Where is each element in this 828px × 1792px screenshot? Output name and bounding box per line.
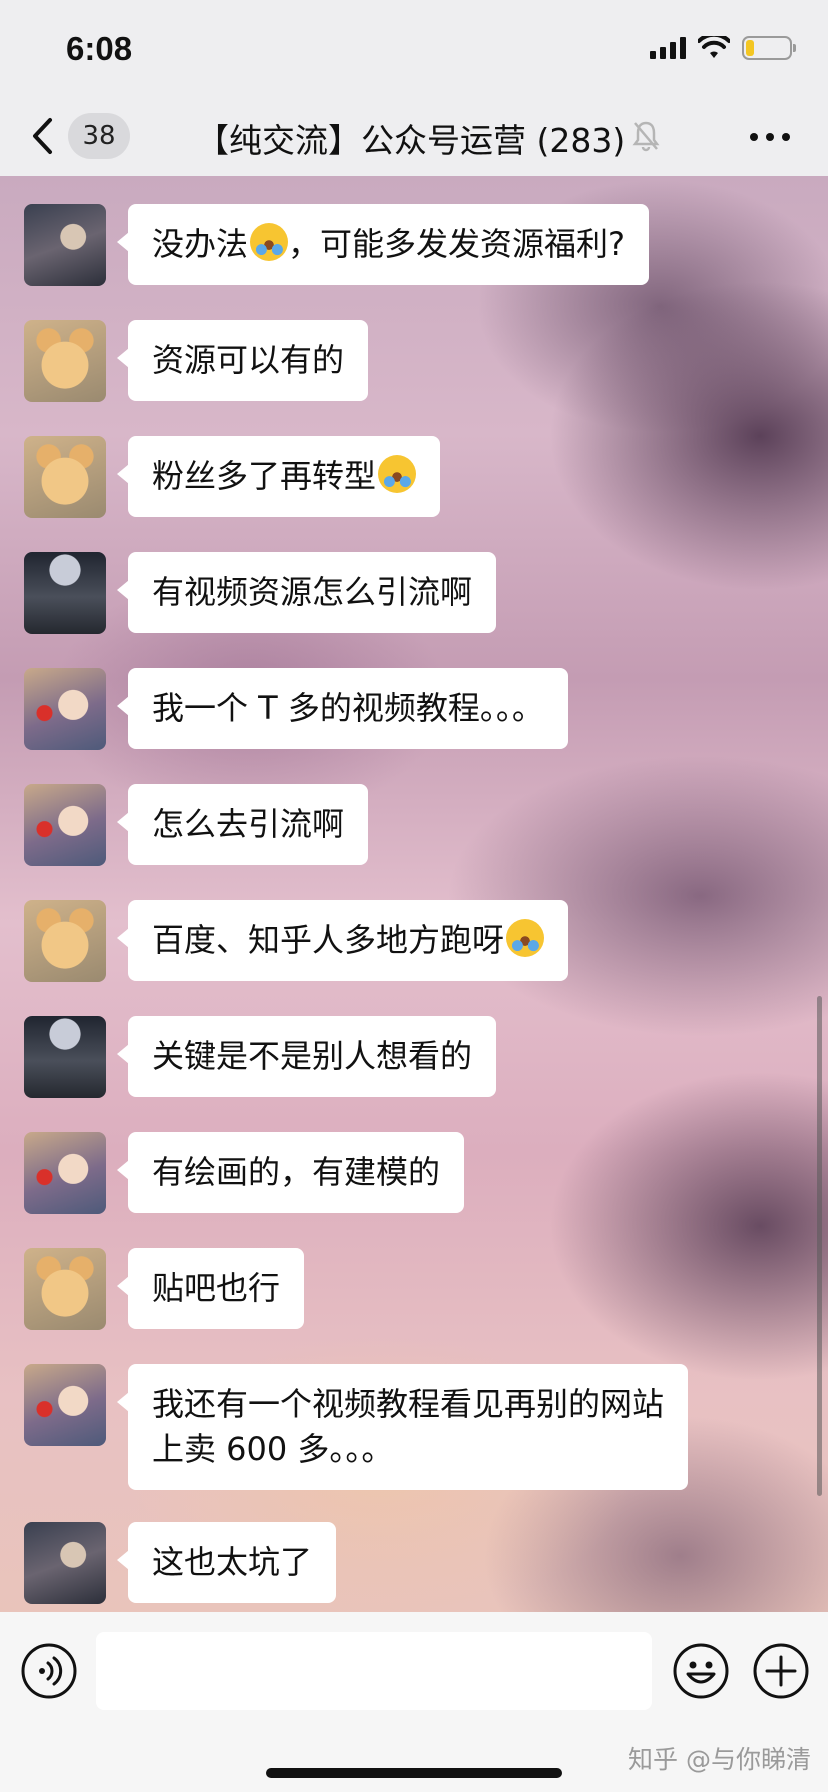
sob-laugh-emoji-icon (506, 919, 545, 957)
input-bar: 知乎 @与你睇清 (0, 1612, 828, 1792)
message-bubble[interactable]: 我还有一个视频教程看见再别的网站上卖 600 多。。。 (117, 1364, 688, 1490)
status-bar: 6:08 (0, 0, 828, 96)
message-row: 我一个 T 多的视频教程。。。 (24, 668, 568, 750)
watermark: 知乎 @与你睇清 (628, 1745, 811, 1774)
message-row: 有绘画的，有建模的 (24, 1132, 465, 1214)
message-row: 百度、知乎人多地方跑呀 (24, 900, 569, 982)
more-dots-icon (750, 133, 758, 141)
avatar[interactable] (24, 552, 106, 634)
status-time: 6:08 (66, 30, 133, 67)
message-text: 资源可以有的 (152, 341, 345, 379)
avatar[interactable] (24, 1016, 106, 1098)
nav-bar: 38 【纯交流】公众号运营 (283) (0, 96, 828, 176)
message-bubble[interactable]: 资源可以有的 (116, 320, 369, 401)
message-text: 我一个 T 多的视频教程。。。 (152, 689, 544, 727)
message-text: 这也太坑了 (152, 1543, 313, 1581)
message-row: 有视频资源怎么引流啊 (24, 552, 497, 634)
chevron-left-icon (33, 118, 52, 154)
message-row: 我还有一个视频教程看见再别的网站上卖 600 多。。。 (24, 1364, 688, 1490)
scrollbar[interactable] (817, 996, 822, 1496)
chat-screen: 6:08 38 【纯交流】公众号运营 (283) 没办法 ，可能多发发资源福利?… (0, 0, 828, 1792)
avatar[interactable] (24, 436, 106, 518)
message-bubble[interactable]: 我一个 T 多的视频教程。。。 (117, 668, 568, 749)
smiley-icon[interactable] (672, 1642, 730, 1700)
voice-button[interactable] (20, 1642, 78, 1700)
message-text: 我还有一个视频教程看见再别的网站上卖 600 多。。。 (152, 1385, 665, 1468)
wifi-icon (698, 36, 730, 58)
battery-icon (742, 36, 796, 60)
message-text-after: ，可能多发发资源福利? (288, 225, 626, 263)
message-bubble[interactable]: 粉丝多了再转型 (116, 436, 441, 517)
avatar[interactable] (24, 668, 106, 750)
avatar[interactable] (24, 1364, 106, 1446)
back-button[interactable]: 38 (30, 110, 130, 162)
message-text: 怎么去引流啊 (152, 805, 345, 843)
message-row: 这也太坑了 (24, 1522, 337, 1604)
status-icons (650, 36, 796, 60)
message-bubble[interactable]: 怎么去引流啊 (116, 784, 369, 865)
message-bubble[interactable]: 有视频资源怎么引流啊 (116, 552, 497, 633)
message-row: 没办法 ，可能多发发资源福利? (24, 204, 650, 286)
message-row: 资源可以有的 (24, 320, 369, 402)
bell-slash-icon (632, 121, 660, 152)
message-text: 关键是不是别人想看的 (152, 1037, 473, 1075)
message-row: 怎么去引流啊 (24, 784, 369, 866)
unread-count-badge: 38 (68, 113, 130, 159)
chat-message-list[interactable]: 没办法 ，可能多发发资源福利? 资源可以有的 粉丝多了再转型 有视频资源怎么引流啊… (0, 176, 828, 1612)
plus-circle-icon[interactable] (752, 1642, 810, 1700)
avatar[interactable] (24, 320, 106, 402)
message-bubble[interactable]: 这也太坑了 (116, 1522, 337, 1603)
message-row: 关键是不是别人想看的 (24, 1016, 497, 1098)
message-text: 贴吧也行 (152, 1269, 281, 1307)
sob-laugh-emoji-icon (250, 223, 289, 261)
avatar[interactable] (24, 900, 106, 982)
sob-laugh-emoji-icon (378, 455, 417, 493)
message-bubble[interactable]: 有绘画的，有建模的 (116, 1132, 465, 1213)
message-row: 粉丝多了再转型 (24, 436, 441, 518)
message-input[interactable] (96, 1632, 652, 1710)
more-button[interactable] (750, 122, 790, 152)
chat-title: 【纯交流】公众号运营 (283) (196, 121, 626, 160)
message-bubble[interactable]: 贴吧也行 (116, 1248, 305, 1329)
message-bubble[interactable]: 没办法 ，可能多发发资源福利? (116, 204, 650, 285)
message-bubble[interactable]: 百度、知乎人多地方跑呀 (116, 900, 569, 981)
message-row: 贴吧也行 (24, 1248, 305, 1330)
message-bubble[interactable]: 关键是不是别人想看的 (116, 1016, 497, 1097)
battery-fill (746, 40, 755, 56)
avatar[interactable] (24, 1522, 106, 1604)
home-indicator[interactable] (266, 1768, 562, 1778)
message-text: 有视频资源怎么引流啊 (152, 573, 473, 611)
message-text: 粉丝多了再转型 (152, 457, 377, 495)
cellular-signal-icon (650, 37, 686, 59)
message-text: 百度、知乎人多地方跑呀 (152, 921, 505, 959)
message-text: 没办法 (152, 225, 249, 263)
avatar[interactable] (24, 1132, 106, 1214)
avatar[interactable] (24, 1248, 106, 1330)
avatar[interactable] (24, 204, 106, 286)
avatar[interactable] (24, 784, 106, 866)
message-text: 有绘画的，有建模的 (152, 1153, 441, 1191)
